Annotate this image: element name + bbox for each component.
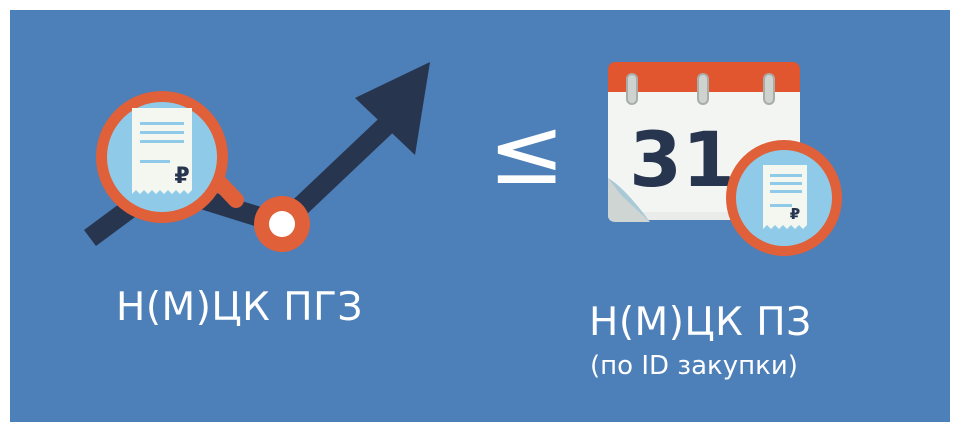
ruble-icon: ₽ bbox=[174, 164, 189, 189]
right-label: Н(М)ЦК ПЗ bbox=[589, 300, 812, 345]
chart-point-icon bbox=[254, 196, 310, 252]
right-sublabel: (по ID закупки) bbox=[590, 351, 798, 381]
infographic-canvas: ₽ 31 ₽ ≤ Н(М)ЦК ПГЗ Н(М)ЦК ПЗ (по ID зак… bbox=[10, 10, 950, 422]
left-label: Н(М)ЦК ПГЗ bbox=[116, 285, 363, 330]
receipt-badge-icon: ₽ bbox=[726, 140, 842, 256]
less-or-equal-operator: ≤ bbox=[488, 98, 566, 205]
ruble-icon: ₽ bbox=[790, 205, 800, 223]
illustration-layer: ₽ 31 ₽ bbox=[84, 62, 842, 256]
receipt-icon bbox=[763, 165, 807, 229]
calendar-day: 31 bbox=[629, 115, 735, 204]
